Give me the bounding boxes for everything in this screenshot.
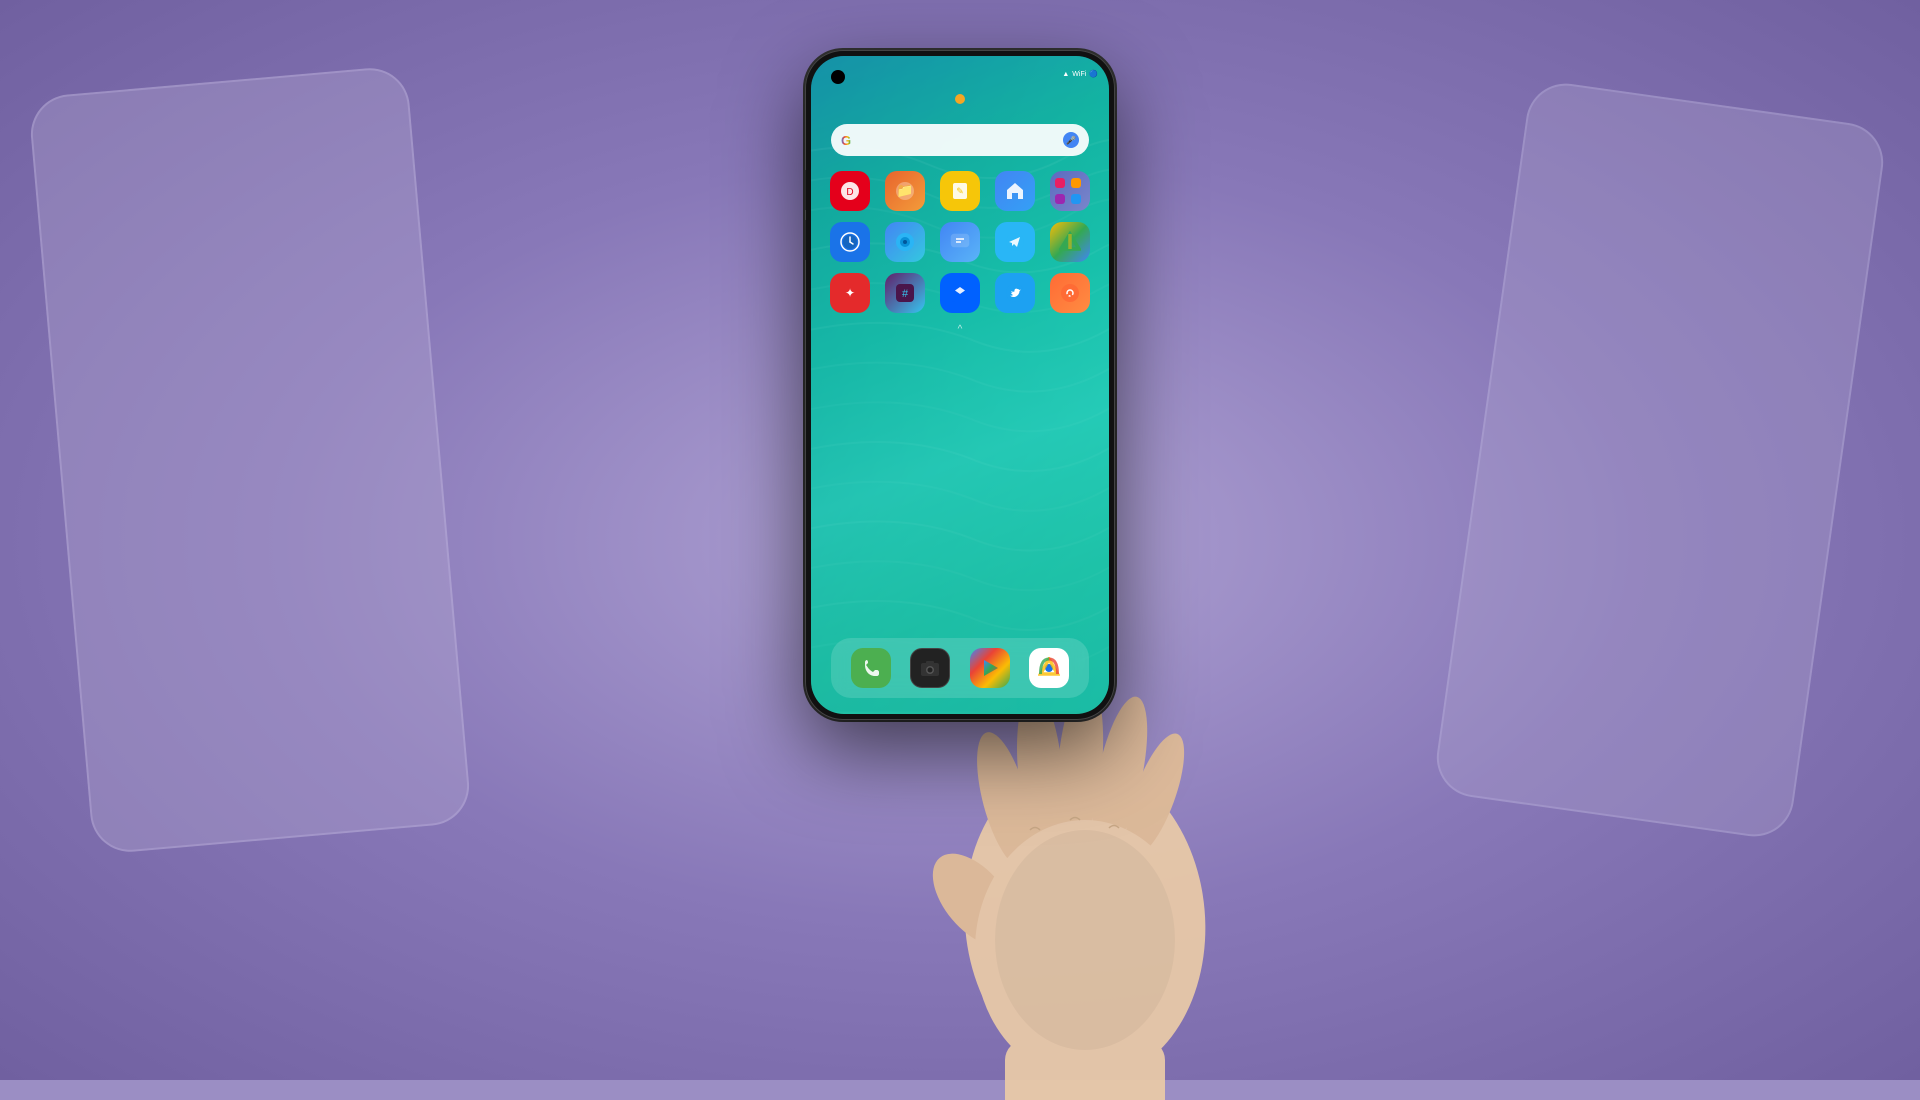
sun-icon [955, 94, 965, 104]
app-syncpro[interactable] [1044, 273, 1096, 316]
app-solidexp[interactable]: 📁 [879, 171, 931, 214]
dock-expand-arrow[interactable]: ^ [823, 324, 1097, 335]
phone-device: ▲ WiFi 🔵 G 🎤 [805, 50, 1115, 720]
wifi-icon: WiFi [1072, 71, 1086, 78]
dock-chrome[interactable] [1029, 648, 1069, 688]
app-home[interactable] [989, 171, 1041, 214]
gallery-icon [885, 222, 925, 262]
solidexp-icon: 📁 [885, 171, 925, 211]
app-dropbox[interactable] [934, 273, 986, 316]
status-bar: ▲ WiFi 🔵 [811, 64, 1109, 84]
app-messages[interactable] [934, 222, 986, 265]
date-weather-widget [811, 94, 1109, 104]
doordash-icon: D [830, 171, 870, 211]
svg-text:📁: 📁 [896, 182, 913, 198]
volume-up-button[interactable] [805, 170, 806, 210]
app-doordash[interactable]: D [824, 171, 876, 214]
slack-icon: # [885, 273, 925, 313]
clock-icon [830, 222, 870, 262]
status-icons: ▲ WiFi 🔵 [1062, 70, 1101, 78]
drive-icon [1050, 222, 1090, 262]
bg-phone-left [28, 65, 473, 855]
dock-phone[interactable] [851, 648, 891, 688]
app-authy[interactable]: ✦ [824, 273, 876, 316]
app-row-1: D 📁 ✎ [823, 171, 1097, 214]
keepnotes-icon: ✎ [940, 171, 980, 211]
power-button[interactable] [1114, 190, 1115, 250]
app-slack[interactable]: # [879, 273, 931, 316]
dock-playstore[interactable] [970, 648, 1010, 688]
authy-icon: ✦ [830, 273, 870, 313]
musicvideo-icon [1050, 171, 1090, 211]
app-musicvideo[interactable] [1044, 171, 1096, 214]
messages-icon [940, 222, 980, 262]
bluetooth-icon: 🔵 [1089, 70, 1098, 78]
date-text [811, 94, 1109, 104]
phone-screen: ▲ WiFi 🔵 G 🎤 [811, 56, 1109, 714]
dock-camera[interactable] [910, 648, 950, 688]
svg-text:✦: ✦ [845, 286, 855, 300]
signal-icon: ▲ [1062, 71, 1069, 78]
telegram-icon [995, 222, 1035, 262]
app-drive[interactable] [1044, 222, 1096, 265]
app-dock [831, 638, 1089, 698]
svg-text:D: D [847, 187, 854, 198]
app-clock[interactable] [824, 222, 876, 265]
twitter-icon [995, 273, 1035, 313]
volume-down-button[interactable] [805, 220, 806, 260]
app-gallery[interactable] [879, 222, 931, 265]
google-g-logo: G [841, 133, 851, 148]
syncpro-icon [1050, 273, 1090, 313]
app-keepnotes[interactable]: ✎ [934, 171, 986, 214]
app-row-3: ✦ # [823, 273, 1097, 316]
google-search-bar[interactable]: G 🎤 [831, 124, 1089, 156]
app-row-2 [823, 222, 1097, 265]
app-twitter[interactable] [989, 273, 1041, 316]
svg-text:#: # [902, 288, 909, 300]
app-telegram[interactable] [989, 222, 1041, 265]
voice-search-button[interactable]: 🎤 [1063, 132, 1079, 148]
app-grid: D 📁 ✎ [823, 171, 1097, 339]
home-icon [995, 171, 1035, 211]
svg-text:✎: ✎ [956, 186, 964, 196]
phone-wrapper: ▲ WiFi 🔵 G 🎤 [805, 50, 1115, 720]
dropbox-icon [940, 273, 980, 313]
